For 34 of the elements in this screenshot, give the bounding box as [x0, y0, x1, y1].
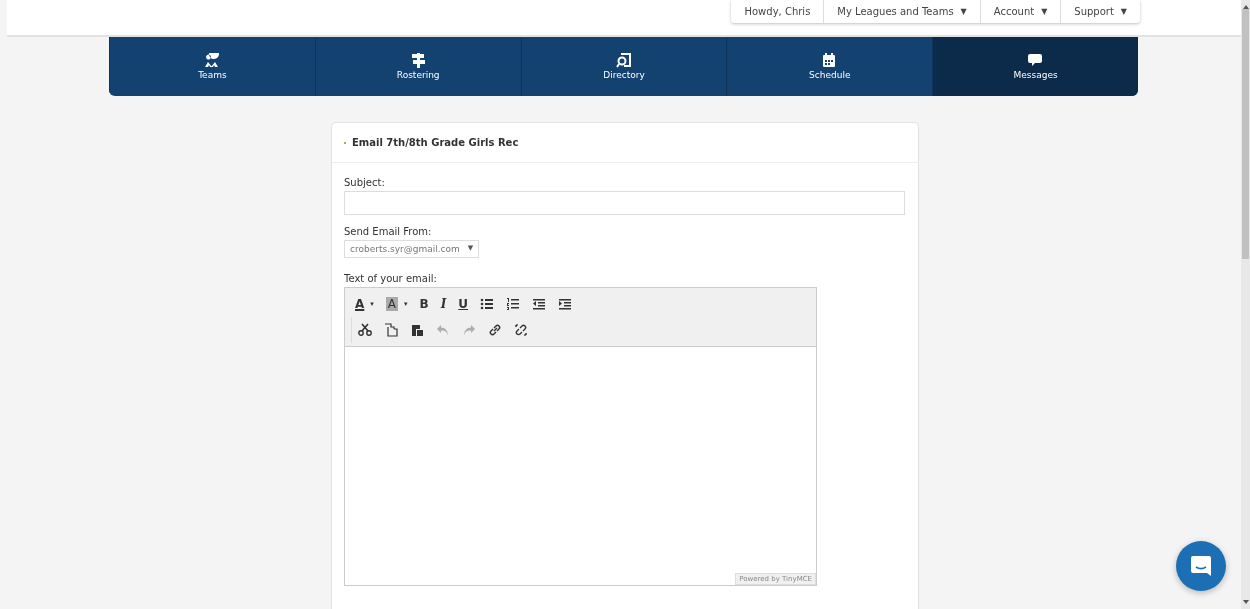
nav-tab[interactable]: Messages [932, 37, 1138, 96]
underline-button[interactable]: U [454, 294, 473, 314]
book-search-icon [616, 53, 632, 68]
speech-bubble-icon [1028, 53, 1044, 68]
copy-icon [384, 323, 398, 337]
broken-link-icon [514, 323, 528, 337]
nav-tab[interactable]: Directory [520, 37, 727, 96]
undo-arrow-icon [436, 323, 450, 337]
nav-tab[interactable]: Teams [109, 37, 315, 96]
menu-link[interactable]: My Leagues and Teams ▼ [823, 0, 980, 23]
field-label: Text of your email: [344, 273, 437, 284]
link-icon [488, 323, 502, 337]
nav-tab[interactable]: Rostering [314, 37, 521, 96]
list-bullets-icon [480, 297, 495, 311]
italic-button[interactable]: I [436, 294, 451, 314]
field-label: Subject: [344, 177, 385, 188]
menu-link[interactable]: Howdy, Chris [731, 0, 824, 23]
chat-launcher-button[interactable] [1176, 541, 1226, 591]
redo-arrow-icon [462, 323, 476, 337]
chat-icon [1190, 555, 1212, 577]
outdent-icon [532, 297, 547, 311]
field-label: Send Email From: [344, 226, 432, 237]
scrollbar[interactable] [1241, 0, 1250, 609]
list-numbers-icon [506, 297, 521, 311]
card-title: Email 7th/8th Grade Girls Rec [352, 137, 519, 148]
indent-icon [558, 297, 573, 311]
scissors-icon [358, 323, 372, 337]
signpost-icon [410, 53, 426, 68]
scroll-down-icon[interactable] [1242, 600, 1249, 604]
menu-link[interactable]: Support ▼ [1060, 0, 1140, 23]
calendar-icon [822, 53, 838, 68]
subject-input[interactable] [344, 191, 905, 215]
bold-button[interactable]: B [415, 294, 433, 314]
menu-link[interactable]: Account ▼ [979, 0, 1061, 23]
